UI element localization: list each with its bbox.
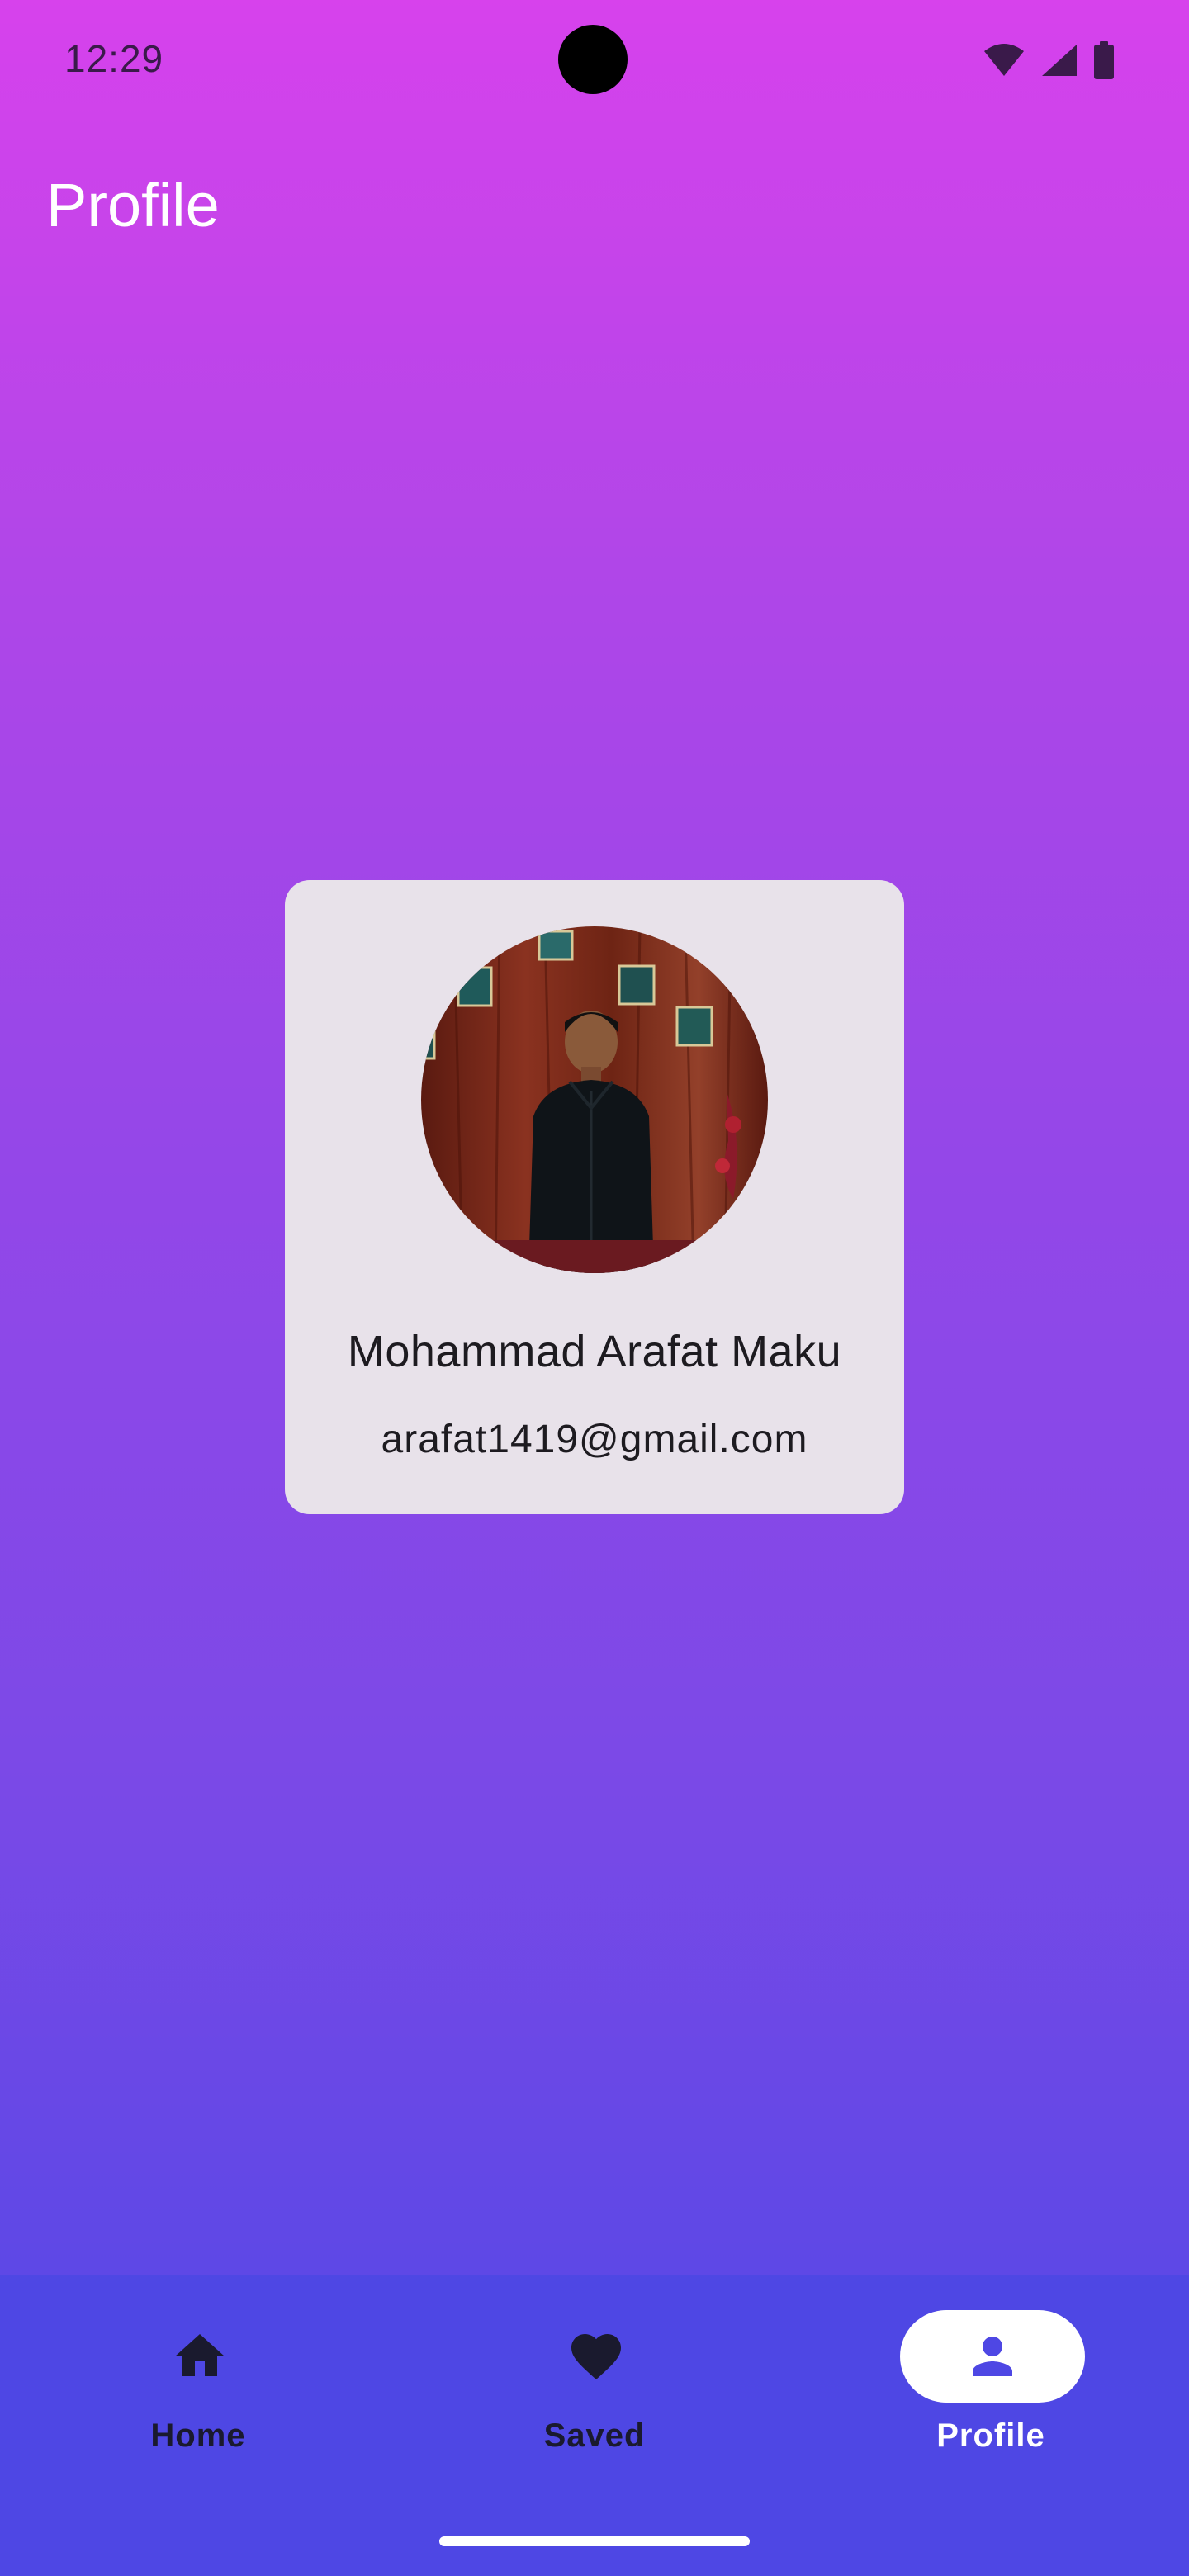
battery-icon xyxy=(1094,41,1114,79)
heart-icon xyxy=(571,2334,621,2380)
status-bar: 12:29 xyxy=(0,0,1189,124)
avatar xyxy=(421,926,768,1273)
page-title: Profile xyxy=(46,171,220,239)
nav-item-home[interactable]: Home xyxy=(0,2275,396,2523)
wifi-icon xyxy=(984,44,1024,76)
nav-item-saved[interactable]: Saved xyxy=(396,2275,793,2523)
bottom-navigation: Home Saved Profile xyxy=(0,2275,1189,2576)
home-icon xyxy=(175,2334,225,2376)
status-icons xyxy=(983,41,1115,79)
person-icon xyxy=(973,2337,1012,2376)
profile-photo xyxy=(421,926,768,1273)
nav-label-saved: Saved xyxy=(543,2417,646,2454)
profile-name: Mohammad Arafat Maku xyxy=(347,1327,842,1376)
gesture-navigation-bar[interactable] xyxy=(439,2536,750,2546)
profile-card: Mohammad Arafat Maku arafat1419@gmail.co… xyxy=(285,880,904,1514)
profile-email: arafat1419@gmail.com xyxy=(381,1418,808,1461)
status-time: 12:29 xyxy=(64,37,164,80)
nav-label-home: Home xyxy=(150,2417,246,2454)
cellular-signal-icon xyxy=(1042,45,1077,76)
camera-cutout xyxy=(558,25,628,94)
nav-label-profile: Profile xyxy=(936,2417,1045,2454)
nav-item-profile[interactable]: Profile xyxy=(793,2275,1189,2523)
